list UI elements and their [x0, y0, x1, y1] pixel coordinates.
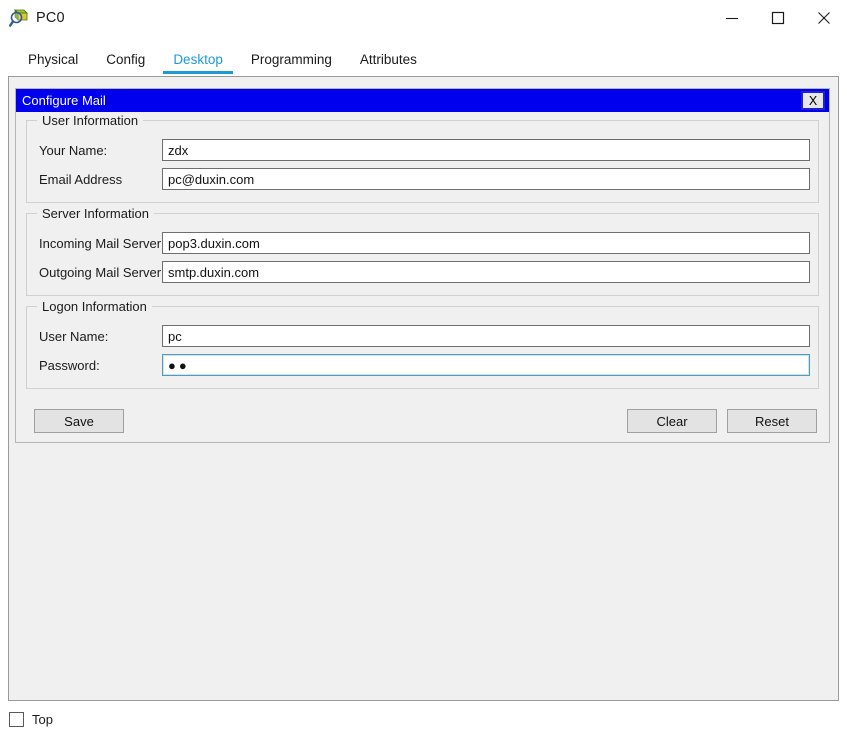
password-input[interactable]: ●● — [162, 354, 810, 376]
tab-desktop[interactable]: Desktop — [159, 52, 237, 75]
configure-mail-title: Configure Mail — [22, 93, 106, 108]
tab-attributes[interactable]: Attributes — [346, 52, 431, 75]
outgoing-mail-server-label: Outgoing Mail Server — [39, 264, 162, 280]
tab-physical[interactable]: Physical — [14, 52, 92, 75]
tab-config[interactable]: Config — [92, 52, 159, 75]
your-name-label: Your Name: — [39, 142, 108, 158]
window-controls — [709, 0, 847, 36]
tab-programming[interactable]: Programming — [237, 52, 346, 75]
password-label: Password: — [39, 357, 100, 373]
packet-tracer-pc-icon — [8, 7, 30, 29]
maximize-icon[interactable] — [755, 0, 801, 36]
user-information-group: User Information Your Name: zdx Email Ad… — [26, 113, 819, 203]
incoming-mail-server-label: Incoming Mail Server — [39, 235, 162, 251]
logon-information-group: Logon Information User Name: pc Password… — [26, 299, 819, 389]
user-name-row: User Name: pc — [35, 323, 810, 349]
top-checkbox[interactable] — [9, 712, 24, 727]
close-icon[interactable] — [801, 0, 847, 36]
email-address-row: Email Address pc@duxin.com — [35, 166, 810, 192]
incoming-mail-server-row: Incoming Mail Server pop3.duxin.com — [35, 230, 810, 256]
configure-mail-body: User Information Your Name: zdx Email Ad… — [16, 112, 829, 433]
outgoing-mail-server-input[interactable]: smtp.duxin.com — [162, 261, 810, 283]
configure-mail-dialog: Configure Mail X User Information Your N… — [15, 88, 830, 443]
device-tab-bar: Physical Config Desktop Programming Attr… — [0, 36, 847, 74]
server-information-group-title: Server Information — [37, 206, 154, 221]
reset-button[interactable]: Reset — [727, 409, 817, 433]
server-information-group: Server Information Incoming Mail Server … — [26, 206, 819, 296]
password-row: Password: ●● — [35, 352, 810, 378]
desktop-content-panel: Configure Mail X User Information Your N… — [8, 76, 839, 701]
right-button-group: Clear Reset — [627, 409, 817, 433]
save-button[interactable]: Save — [34, 409, 124, 433]
user-name-label: User Name: — [39, 328, 109, 344]
configure-mail-close-button[interactable]: X — [801, 91, 825, 110]
configure-mail-button-row: Save Clear Reset — [26, 399, 819, 433]
top-checkbox-label: Top — [32, 712, 53, 727]
user-name-input[interactable]: pc — [162, 325, 810, 347]
logon-information-group-title: Logon Information — [37, 299, 152, 314]
your-name-input[interactable]: zdx — [162, 139, 810, 161]
configure-mail-titlebar: Configure Mail X — [16, 89, 829, 112]
your-name-row: Your Name: zdx — [35, 137, 810, 163]
email-address-label: Email Address — [39, 171, 123, 187]
minimize-icon[interactable] — [709, 0, 755, 36]
email-address-input[interactable]: pc@duxin.com — [162, 168, 810, 190]
clear-button[interactable]: Clear — [627, 409, 717, 433]
window-titlebar: PC0 — [0, 0, 847, 36]
user-information-group-title: User Information — [37, 113, 144, 128]
window-title: PC0 — [36, 10, 65, 26]
outgoing-mail-server-row: Outgoing Mail Server smtp.duxin.com — [35, 259, 810, 285]
bottom-bar: Top — [0, 706, 847, 733]
incoming-mail-server-input[interactable]: pop3.duxin.com — [162, 232, 810, 254]
